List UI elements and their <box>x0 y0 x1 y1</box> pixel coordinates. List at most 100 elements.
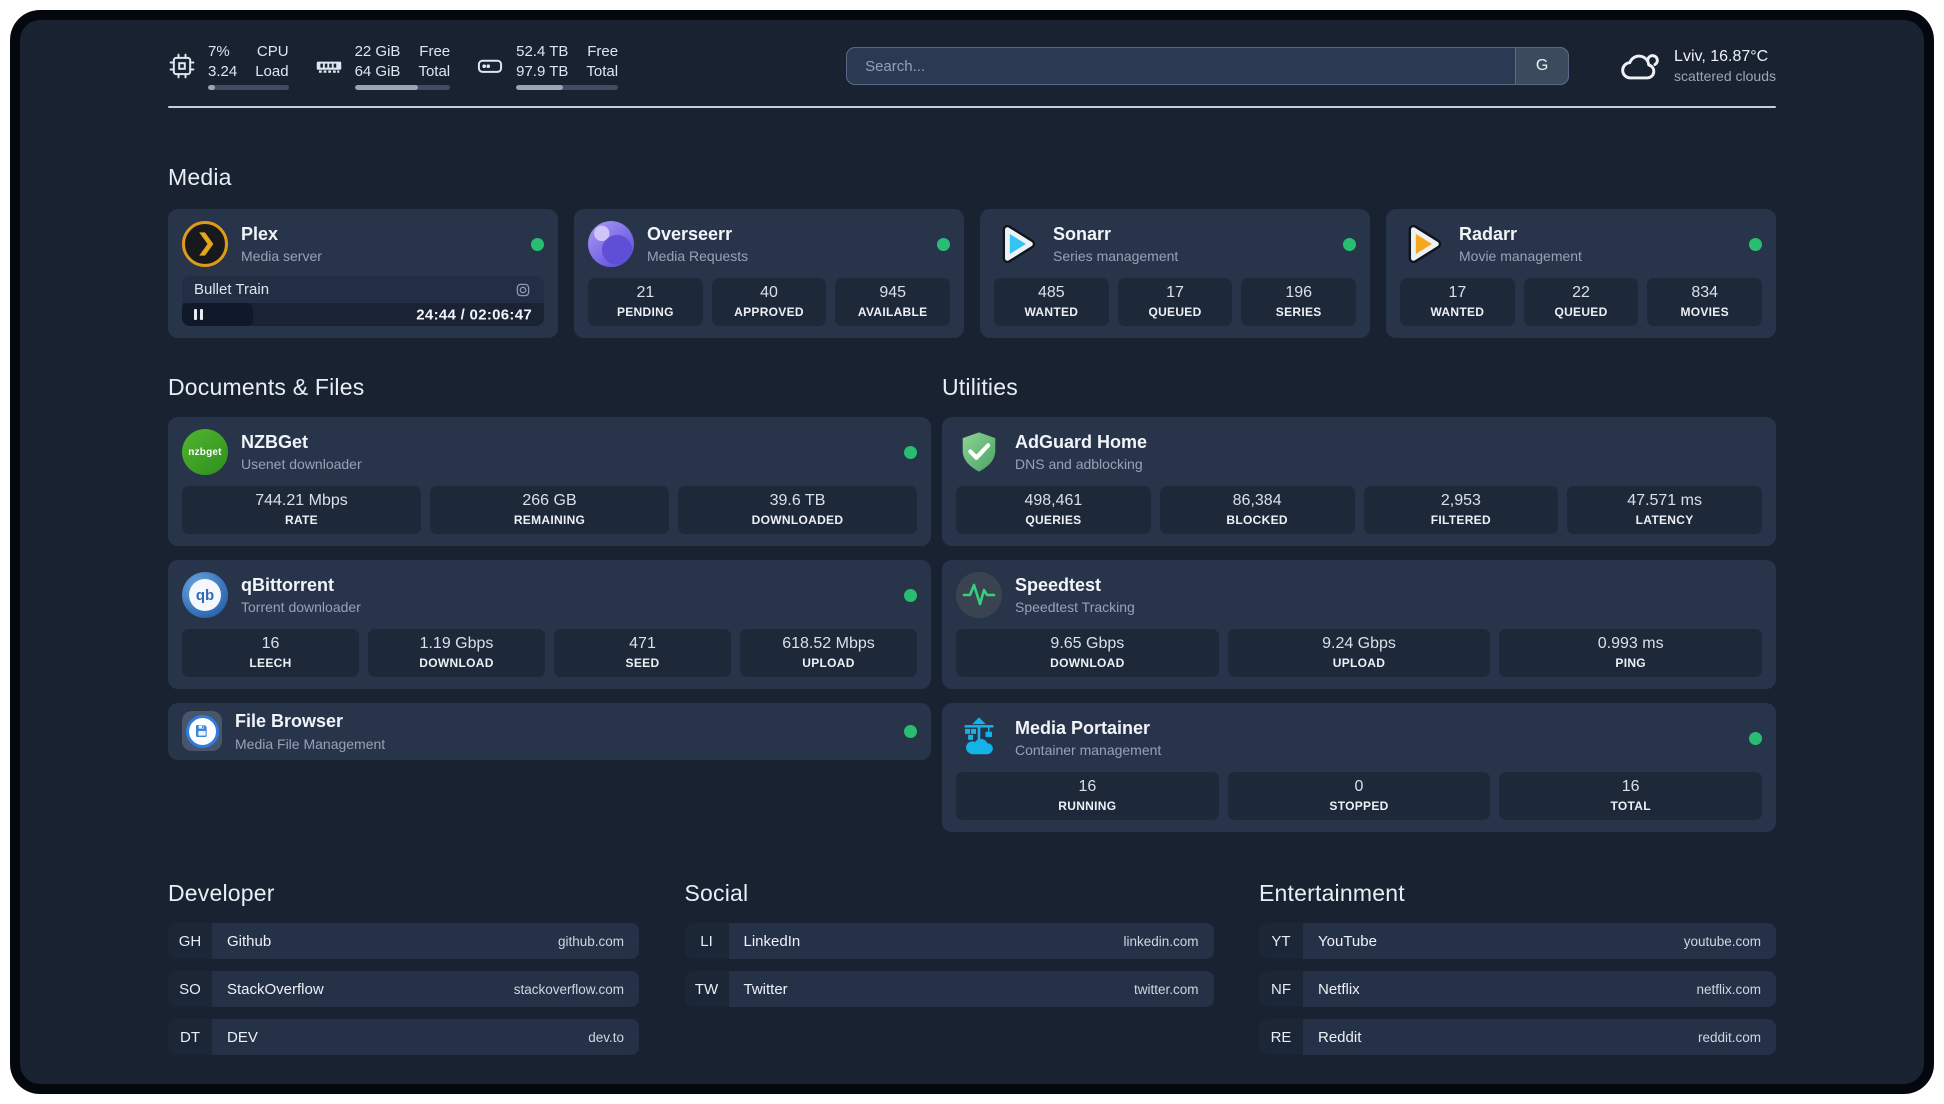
plex-icon <box>182 221 228 267</box>
stat-value: 266 GB <box>522 492 577 509</box>
stat-value: 0.993 ms <box>1597 635 1664 652</box>
bookmark-domain: netflix.com <box>1696 981 1761 997</box>
stat-filtered: 2,953 FILTERED <box>1363 486 1559 534</box>
disk-total-value: 97.9 TB <box>516 62 569 80</box>
service-subtitle: DNS and adblocking <box>1015 456 1143 473</box>
system-stat-disk: 52.4 TB 97.9 TB Free Total <box>476 42 619 90</box>
memory-labels: Free Total <box>418 42 450 81</box>
stat-wanted: 17 WANTED <box>1400 278 1515 326</box>
stat-label: QUERIES <box>1025 513 1082 527</box>
service-card-nzbget[interactable]: nzbget NZBGet Usenet downloader 744.21 M… <box>168 417 931 546</box>
search-input[interactable] <box>846 47 1570 85</box>
adguard-icon <box>956 429 1002 475</box>
service-card-filebrowser[interactable]: File Browser Media File Management <box>168 703 931 760</box>
service-title: qBittorrent <box>241 574 334 595</box>
cpu-labels: CPU Load <box>255 42 288 81</box>
bookmark-dev[interactable]: DT DEV dev.to <box>168 1019 639 1055</box>
status-dot <box>1343 237 1356 251</box>
stat-seed: 471 SEED <box>554 629 731 677</box>
free-label: Free <box>419 43 451 60</box>
stat-label: DOWNLOADED <box>751 513 844 527</box>
stat-value: 22 <box>1572 284 1590 301</box>
bookmark-linkedin[interactable]: LI LinkedIn linkedin.com <box>684 923 1214 959</box>
service-title: Sonarr <box>1053 223 1112 244</box>
stat-value: 485 <box>1037 284 1065 301</box>
stat-blocked: 86,384 BLOCKED <box>1159 486 1355 534</box>
stat-movies: 834 MOVIES <box>1647 278 1763 326</box>
speedtest-icon <box>956 572 1002 618</box>
cpu-values: 7% 3.24 <box>208 42 237 81</box>
stat-label: QUEUED <box>1554 305 1608 319</box>
service-subtitle: Series management <box>1053 248 1179 265</box>
disk-labels: Free Total <box>586 42 618 81</box>
stat-value: 9.24 Gbps <box>1322 635 1396 652</box>
bookmark-name: YouTube <box>1318 932 1377 950</box>
bookmark-reddit[interactable]: RE Reddit reddit.com <box>1259 1019 1776 1055</box>
bookmark-twitter[interactable]: TW Twitter twitter.com <box>684 971 1214 1007</box>
stat-upload: 9.24 Gbps UPLOAD <box>1227 629 1491 677</box>
cpu-usage: 7% <box>208 43 230 60</box>
stat-label: STOPPED <box>1329 799 1389 813</box>
load-label: Load <box>255 62 289 80</box>
stat-label: LEECH <box>249 656 292 670</box>
disk-values: 52.4 TB 97.9 TB <box>516 42 568 81</box>
service-title: Radarr <box>1459 223 1518 244</box>
plex-now-playing: Bullet Train 24:44 / 02:06:47 <box>182 276 544 326</box>
service-title: Overseerr <box>647 223 733 244</box>
service-card-radarr[interactable]: Radarr Movie management 17 WANTED 22 QUE… <box>1386 209 1776 338</box>
service-card-portainer[interactable]: Media Portainer Container management 16 … <box>942 703 1776 832</box>
bookmark-abbr: RE <box>1259 1019 1303 1055</box>
stat-total: 16 TOTAL <box>1499 772 1763 820</box>
system-stats: 7% 3.24 CPU Load 22 GiB 64 GiB Free Tota… <box>168 42 619 90</box>
service-title: Media Portainer <box>1015 717 1151 738</box>
service-card-adguard[interactable]: AdGuard Home DNS and adblocking 498,461 … <box>942 417 1776 546</box>
search-provider-button[interactable]: G <box>1515 47 1570 85</box>
stat-value: 1.19 Gbps <box>419 635 494 652</box>
stat-ping: 0.993 ms PING <box>1499 629 1763 677</box>
playback-progress-bar[interactable]: 24:44 / 02:06:47 <box>182 303 544 326</box>
stat-label: RATE <box>285 513 318 527</box>
stat-value: 16 <box>1078 778 1097 795</box>
bookmark-github[interactable]: GH Github github.com <box>168 923 639 959</box>
stat-label: UPLOAD <box>802 656 855 670</box>
memory-progress-fill <box>354 85 418 90</box>
section-documents: Documents & Files nzbget NZBGet Usenet d… <box>168 374 931 832</box>
service-card-overseerr[interactable]: Overseerr Media Requests 21 PENDING 40 A… <box>574 209 964 338</box>
stat-running: 16 RUNNING <box>956 772 1219 820</box>
bookmark-stackoverflow[interactable]: SO StackOverflow stackoverflow.com <box>168 971 639 1007</box>
service-title: File Browser <box>235 711 344 731</box>
service-subtitle: Container management <box>1015 742 1162 759</box>
stat-label: PENDING <box>616 305 674 319</box>
bookmark-name: DEV <box>227 1028 258 1046</box>
nzbget-logo-text: nzbget <box>188 446 222 458</box>
service-card-qbittorrent[interactable]: qb qBittorrent Torrent downloader 16 LEE… <box>168 560 931 689</box>
service-title: Speedtest <box>1015 574 1102 595</box>
bookmark-name: Twitter <box>743 980 788 998</box>
section-title-documents: Documents & Files <box>168 374 365 400</box>
bookmark-netflix[interactable]: NF Netflix netflix.com <box>1259 971 1776 1007</box>
service-card-sonarr[interactable]: Sonarr Series management 485 WANTED 17 Q… <box>980 209 1370 338</box>
stat-label: BLOCKED <box>1226 513 1288 527</box>
service-card-speedtest[interactable]: Speedtest Speedtest Tracking 9.65 Gbps D… <box>942 560 1776 689</box>
stat-stopped: 0 STOPPED <box>1227 772 1491 820</box>
stat-value: 618.52 Mbps <box>782 635 875 652</box>
settings-icon[interactable] <box>514 281 532 299</box>
stat-value: 2,953 <box>1440 492 1481 509</box>
stat-downloaded: 39.6 TB DOWNLOADED <box>678 486 917 534</box>
top-bar: 7% 3.24 CPU Load 22 GiB 64 GiB Free Tota… <box>168 42 1776 90</box>
stat-label: FILTERED <box>1430 513 1491 527</box>
section-title-media: Media <box>168 164 232 190</box>
bookmark-domain: youtube.com <box>1683 933 1761 949</box>
bookmark-abbr: NF <box>1259 971 1303 1007</box>
bookmark-name: Github <box>227 932 272 950</box>
service-card-plex[interactable]: Plex Media server Bullet Train 24:44 / 0… <box>168 209 558 338</box>
bookmark-youtube[interactable]: YT YouTube youtube.com <box>1259 923 1776 959</box>
portainer-icon <box>956 715 1002 761</box>
overseerr-icon <box>588 221 634 267</box>
stat-value: 9.65 Gbps <box>1050 635 1125 652</box>
stat-value: 16 <box>261 635 280 652</box>
disk-icon <box>478 59 503 73</box>
stat-label: APPROVED <box>734 305 804 319</box>
stat-value: 47.571 ms <box>1627 492 1702 509</box>
stat-pending: 21 PENDING <box>588 278 703 326</box>
